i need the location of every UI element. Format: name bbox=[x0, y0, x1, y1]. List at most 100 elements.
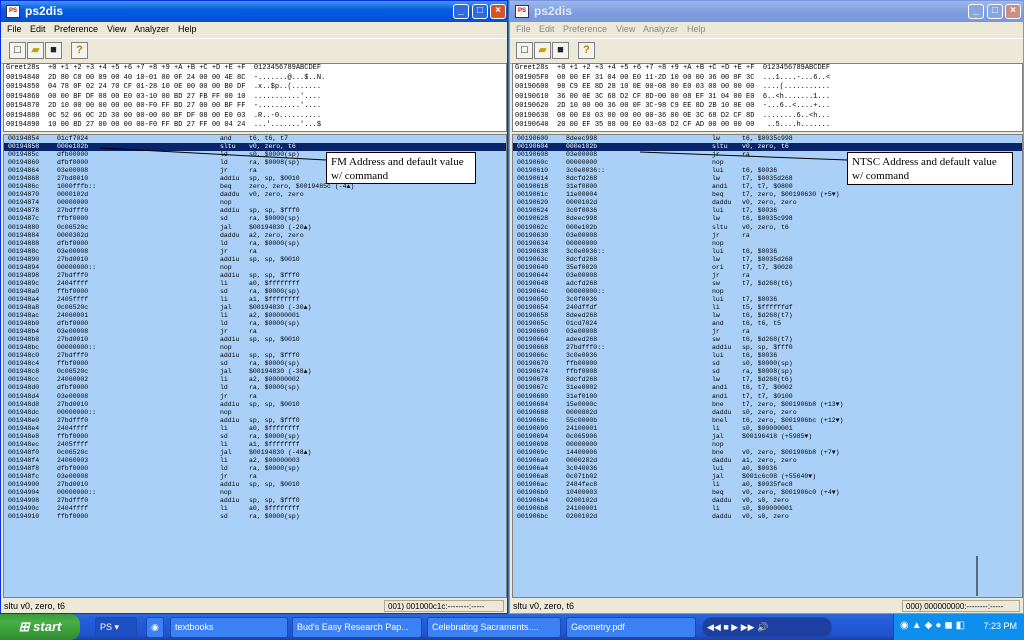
code-row[interactable]: 00190654 240dffdf li t5, $ffffffdf bbox=[513, 304, 1022, 312]
code-row[interactable]: 001948f4 24060003 li a2, $00000003 bbox=[4, 457, 506, 465]
code-row[interactable]: 00194884 0000302d daddu a2, zero, zero bbox=[4, 232, 506, 240]
code-row[interactable]: 00194874 00000000 nop bbox=[4, 199, 506, 207]
save-icon[interactable]: ■ bbox=[552, 42, 569, 59]
code-row[interactable]: 001948dc 00000000:: nop bbox=[4, 409, 506, 417]
code-row[interactable]: 001906a0 0000282d daddu a1, zero, zero bbox=[513, 457, 1022, 465]
hex-line[interactable]: Greet28s +0 +1 +2 +3 +4 +5 +6 +7 +8 +9 +… bbox=[513, 64, 1022, 74]
media-player-controls[interactable]: ◀◀ ■ ▶ ▶▶ 🔊 bbox=[702, 617, 832, 638]
code-row[interactable]: 001906bc 0200102d daddu v0, s0, zero bbox=[513, 513, 1022, 521]
code-row[interactable]: 001948f8 dfbf0000 ld ra, $0000(sp) bbox=[4, 465, 506, 473]
hex-line[interactable]: 00194870 2D 10 00 00 00 00 00 00-F0 FF B… bbox=[4, 102, 506, 112]
taskbar-item-ps2dis-group[interactable]: PS ▾ bbox=[95, 617, 137, 638]
firefox-icon[interactable]: ◉ bbox=[146, 617, 164, 638]
code-row[interactable]: 0019487c ffbf0000 sd ra, $0000(sp) bbox=[4, 215, 506, 223]
code-row[interactable]: 0019486c 1000fffb:: beq zero, zero, $001948… bbox=[4, 183, 506, 191]
code-row[interactable]: 001948b8 27bd0010 addiu sp, sp, $0010 bbox=[4, 336, 506, 344]
selected-code-row[interactable]: 00190604 000e102b sltu v0, zero, t6 bbox=[513, 143, 1022, 152]
code-row[interactable]: 0019489c 2404ffff li a0, $ffffffff bbox=[4, 280, 506, 288]
code-row[interactable]: 00190644 03e00008 jr ra bbox=[513, 272, 1022, 280]
code-row[interactable]: 00190678 8dcfd268 lw t7, $d268(t6) bbox=[513, 376, 1022, 384]
menu-view[interactable]: View bbox=[107, 24, 126, 34]
hex-line[interactable]: 00190600 98 C9 EE 8D 28 10 0E 00-08 00 E… bbox=[513, 83, 1022, 93]
code-row[interactable]: 001906ac 2484fec8 li a0, $0035fec8 bbox=[513, 481, 1022, 489]
hex-line[interactable]: 00190610 36 00 0E 3C 68 D2 CF 8D-00 00 0… bbox=[513, 93, 1022, 103]
code-row[interactable]: 00190634 00000000 nop bbox=[513, 240, 1022, 248]
code-row[interactable]: 001948d4 03e00008 jr ra bbox=[4, 393, 506, 401]
code-row[interactable]: 00194854 01cf7024 and t6, t6, t7 bbox=[4, 135, 506, 143]
code-row[interactable]: 00194888 dfbf0000 ld ra, $0000(sp) bbox=[4, 240, 506, 248]
help-icon[interactable]: ? bbox=[578, 42, 595, 59]
code-row[interactable]: 00190674 ffbf0008 sd ra, $0008(sp) bbox=[513, 368, 1022, 376]
menu-file[interactable]: File bbox=[7, 24, 22, 34]
hex-line[interactable]: 00190630 08 00 E0 03 00 00 00 00-36 00 0… bbox=[513, 112, 1022, 122]
tray-icons[interactable]: ◉▲◆●◼◧ bbox=[900, 620, 968, 631]
hex-line[interactable]: 00194840 2D 80 C0 00 09 00 40 10-01 00 0… bbox=[4, 74, 506, 84]
save-icon[interactable]: ■ bbox=[45, 42, 62, 59]
code-row[interactable]: 001948c0 27bdfff0 addiu sp, sp, $fff0 bbox=[4, 352, 506, 360]
code-row[interactable]: 00194890 27bd0010 addiu sp, sp, $0010 bbox=[4, 256, 506, 264]
selected-code-row[interactable]: 00194858 000e102b sltu v0, zero, t6 bbox=[4, 143, 506, 152]
code-row[interactable]: 0019061c 11e00004 beq t7, zero, $00190630 (… bbox=[513, 191, 1022, 199]
close-button[interactable]: × bbox=[1005, 4, 1021, 19]
code-row[interactable]: 00190668 27bdfff0:: addiu sp, sp, $fff0 bbox=[513, 344, 1022, 352]
new-file-icon[interactable]: □ bbox=[9, 42, 26, 59]
open-folder-icon[interactable]: ▰ bbox=[27, 42, 44, 59]
code-row[interactable]: 00194900 27bd0010 addiu sp, sp, $0010 bbox=[4, 481, 506, 489]
code-row[interactable]: 001948f0 0c06520c jal $00194830 (-48▲) bbox=[4, 449, 506, 457]
code-row[interactable]: 001948d8 27bd0010 addiu sp, sp, $0010 bbox=[4, 401, 506, 409]
code-row[interactable]: 001948a8 0c06520c jal $00194830 (-30▲) bbox=[4, 304, 506, 312]
code-row[interactable]: 001906b4 0200102d daddu v0, s0, zero bbox=[513, 497, 1022, 505]
maximize-button[interactable]: □ bbox=[987, 4, 1003, 19]
minimize-button[interactable]: _ bbox=[453, 4, 469, 19]
code-row[interactable]: 00194870 0000102d daddu v0, zero, zero bbox=[4, 191, 506, 199]
code-row[interactable]: 001948fc 03e00008 jr ra bbox=[4, 473, 506, 481]
code-row[interactable]: 001948a4 2405ffff li a1, $ffffffff bbox=[4, 296, 506, 304]
code-row[interactable]: 00190680 31ef0100 andi t7, t7, $0100 bbox=[513, 393, 1022, 401]
code-row[interactable]: 001948a0 ffbf0000 sd ra, $0000(sp) bbox=[4, 288, 506, 296]
code-row[interactable]: 00194898 27bdfff0 addiu sp, sp, $fff0 bbox=[4, 272, 506, 280]
code-row[interactable]: 00190630 03e00008 jr ra bbox=[513, 232, 1022, 240]
code-row[interactable]: 00190694 0c065906 jal $00196418 (+5985▼) bbox=[513, 433, 1022, 441]
code-row[interactable]: 00190684 15e0000c bne t7, zero, $001906b8 (… bbox=[513, 401, 1022, 409]
code-row[interactable]: 00190640 35ef0020 ori t7, t7, $0020 bbox=[513, 264, 1022, 272]
code-row[interactable]: 0019069c 14400006 bne v0, zero, $001906b8 (… bbox=[513, 449, 1022, 457]
code-row[interactable]: 0019062c 000e102b sltu v0, zero, t6 bbox=[513, 224, 1022, 232]
code-row[interactable]: 0019067c 31ee0002 andi t6, t7, $0002 bbox=[513, 384, 1022, 392]
code-row[interactable]: 0019068c 55c0000b bnel t6, zero, $001906bc … bbox=[513, 417, 1022, 425]
taskbar-item-sacraments[interactable]: Celebrating Sacraments.... bbox=[427, 617, 561, 638]
help-icon[interactable]: ? bbox=[71, 42, 88, 59]
code-row[interactable]: 0019490c 2404ffff li a0, $ffffffff bbox=[4, 505, 506, 513]
code-row[interactable]: 0019064c 00000000:: nop bbox=[513, 288, 1022, 296]
title-bar[interactable]: PS ps2dis _ □ × bbox=[510, 1, 1023, 22]
code-row[interactable]: 00190648 adcfd268 sw t7, $d268(t6) bbox=[513, 280, 1022, 288]
code-row[interactable]: 001948e0 27bdfff0 addiu sp, sp, $fff0 bbox=[4, 417, 506, 425]
taskbar-item-research-paper[interactable]: Bud's Easy Research Pap... bbox=[292, 617, 422, 638]
hex-line[interactable]: 00190620 2D 10 00 00 36 00 0F 3C-98 C9 E… bbox=[513, 102, 1022, 112]
hex-line[interactable]: 00194850 04 78 0F 02 24 70 CF 01-28 10 0… bbox=[4, 83, 506, 93]
start-button[interactable]: ⊞ start bbox=[0, 614, 80, 640]
code-row[interactable]: 001906b8 24100001 li s0, $00000001 bbox=[513, 505, 1022, 513]
code-row[interactable]: 00194880 0c06520c jal $00194830 (-20▲) bbox=[4, 224, 506, 232]
hex-line[interactable]: 00194860 00 00 BF DF 08 00 E0 03-10 00 B… bbox=[4, 93, 506, 103]
code-row[interactable]: 001948cc 24060002 li a2, $00000002 bbox=[4, 376, 506, 384]
code-row[interactable]: 00194904 00000000:: nop bbox=[4, 489, 506, 497]
code-row[interactable]: 001948d0 dfbf0000 ld ra, $0000(sp) bbox=[4, 384, 506, 392]
hex-line[interactable]: 00194890 10 00 BD 27 00 00 00 00-F0 FF B… bbox=[4, 121, 506, 131]
disassembly-view[interactable]: 00190600 8deec998 lw t6, $0035c998 00190604 0… bbox=[512, 134, 1023, 598]
code-row[interactable]: 00190628 8deec998 lw t6, $0035c998 bbox=[513, 215, 1022, 223]
code-row[interactable]: 00190638 3c0e0036:: lui t6, $0036 bbox=[513, 248, 1022, 256]
code-row[interactable]: 001948ac 24060001 li a2, $00000001 bbox=[4, 312, 506, 320]
code-row[interactable]: 00190670 ffb00000 sd s0, $0000(sp) bbox=[513, 360, 1022, 368]
menu-help[interactable]: Help bbox=[687, 24, 706, 34]
minimize-button[interactable]: _ bbox=[968, 4, 984, 19]
code-row[interactable]: 0019488c 03e00008 jr ra bbox=[4, 248, 506, 256]
code-row[interactable]: 00194878 27bdfff0 addiu sp, sp, $fff0 bbox=[4, 207, 506, 215]
code-row[interactable]: 0019066c 3c0e0036 lui t6, $0036 bbox=[513, 352, 1022, 360]
code-row[interactable]: 00190698 00000000 nop bbox=[513, 441, 1022, 449]
open-folder-icon[interactable]: ▰ bbox=[534, 42, 551, 59]
hex-view[interactable]: Greet28s +0 +1 +2 +3 +4 +5 +6 +7 +8 +9 +… bbox=[3, 63, 507, 132]
menu-analyzer[interactable]: Analyzer bbox=[643, 24, 678, 34]
taskbar-item-textbooks[interactable]: textbooks bbox=[170, 617, 288, 638]
code-row[interactable]: 0019063c 8dcfd268 lw t7, $0035d268 bbox=[513, 256, 1022, 264]
code-row[interactable]: 001948e8 ffbf0000 sd ra, $0000(sp) bbox=[4, 433, 506, 441]
